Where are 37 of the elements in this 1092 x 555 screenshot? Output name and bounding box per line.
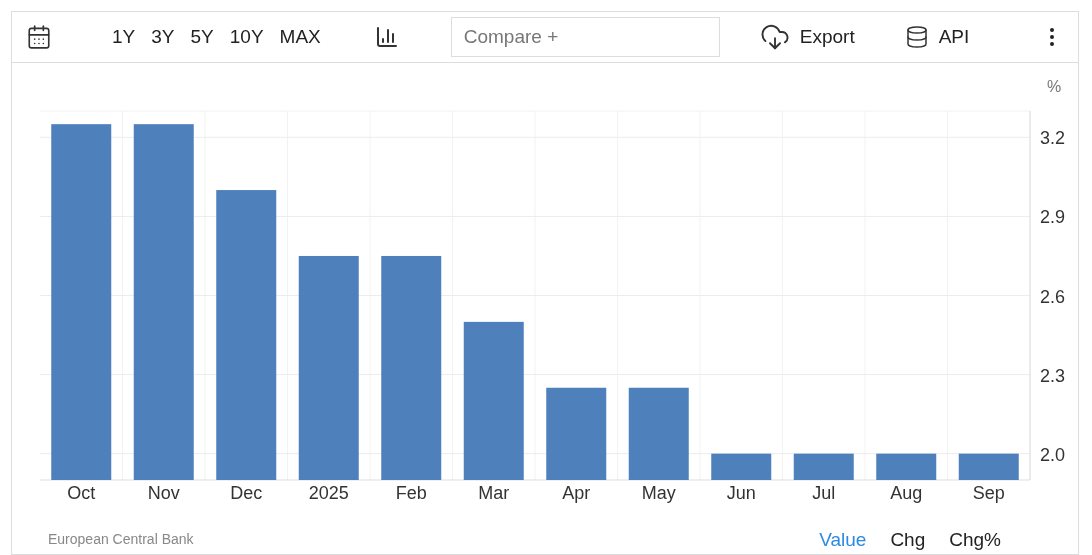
bar-chart-icon[interactable]	[374, 24, 399, 49]
x-tick-label: 2025	[308, 482, 349, 503]
x-tick-label: Jun	[726, 482, 756, 503]
mode-tab[interactable]: Chg%	[942, 525, 1008, 554]
export-button[interactable]: Export	[759, 21, 855, 52]
x-tick-label: Mar	[478, 482, 510, 503]
range-tab[interactable]: 1Y	[106, 20, 142, 54]
api-button[interactable]: API	[904, 22, 970, 52]
x-tick-label: Aug	[890, 482, 923, 503]
unit-label: %	[1046, 77, 1062, 95]
x-tick-label: Dec	[230, 482, 263, 503]
calendar-icon[interactable]	[26, 23, 52, 50]
y-tick-label: 2.9	[1040, 207, 1066, 228]
x-tick-label: Apr	[562, 482, 591, 503]
y-tick-label: 2.6	[1040, 286, 1066, 307]
x-tick-label: Jul	[812, 482, 836, 503]
database-icon	[904, 24, 929, 49]
x-tick-label: Sep	[972, 482, 1005, 503]
range-tab[interactable]: 10Y	[223, 20, 270, 54]
x-tick-label: Oct	[67, 482, 96, 503]
bar	[876, 453, 937, 480]
range-tab[interactable]: 3Y	[145, 20, 181, 54]
mode-tab[interactable]: Chg	[883, 525, 933, 554]
mode-tab[interactable]: Value	[812, 525, 874, 554]
source-label: European Central Bank	[48, 530, 194, 550]
range-tab[interactable]: 5Y	[184, 20, 220, 54]
bar	[958, 453, 1019, 480]
bar	[711, 453, 772, 480]
y-tick-label: 3.2	[1040, 128, 1066, 149]
y-tick-label: 2.0	[1040, 444, 1066, 465]
bar	[793, 453, 854, 480]
range-tab[interactable]: MAX	[273, 20, 327, 54]
x-tick-label: May	[641, 482, 676, 503]
compare-field[interactable]: Compare +	[450, 16, 720, 57]
y-tick-label: 2.3	[1040, 365, 1066, 386]
x-tick-label: Nov	[147, 482, 180, 503]
x-tick-label: Feb	[395, 482, 427, 503]
